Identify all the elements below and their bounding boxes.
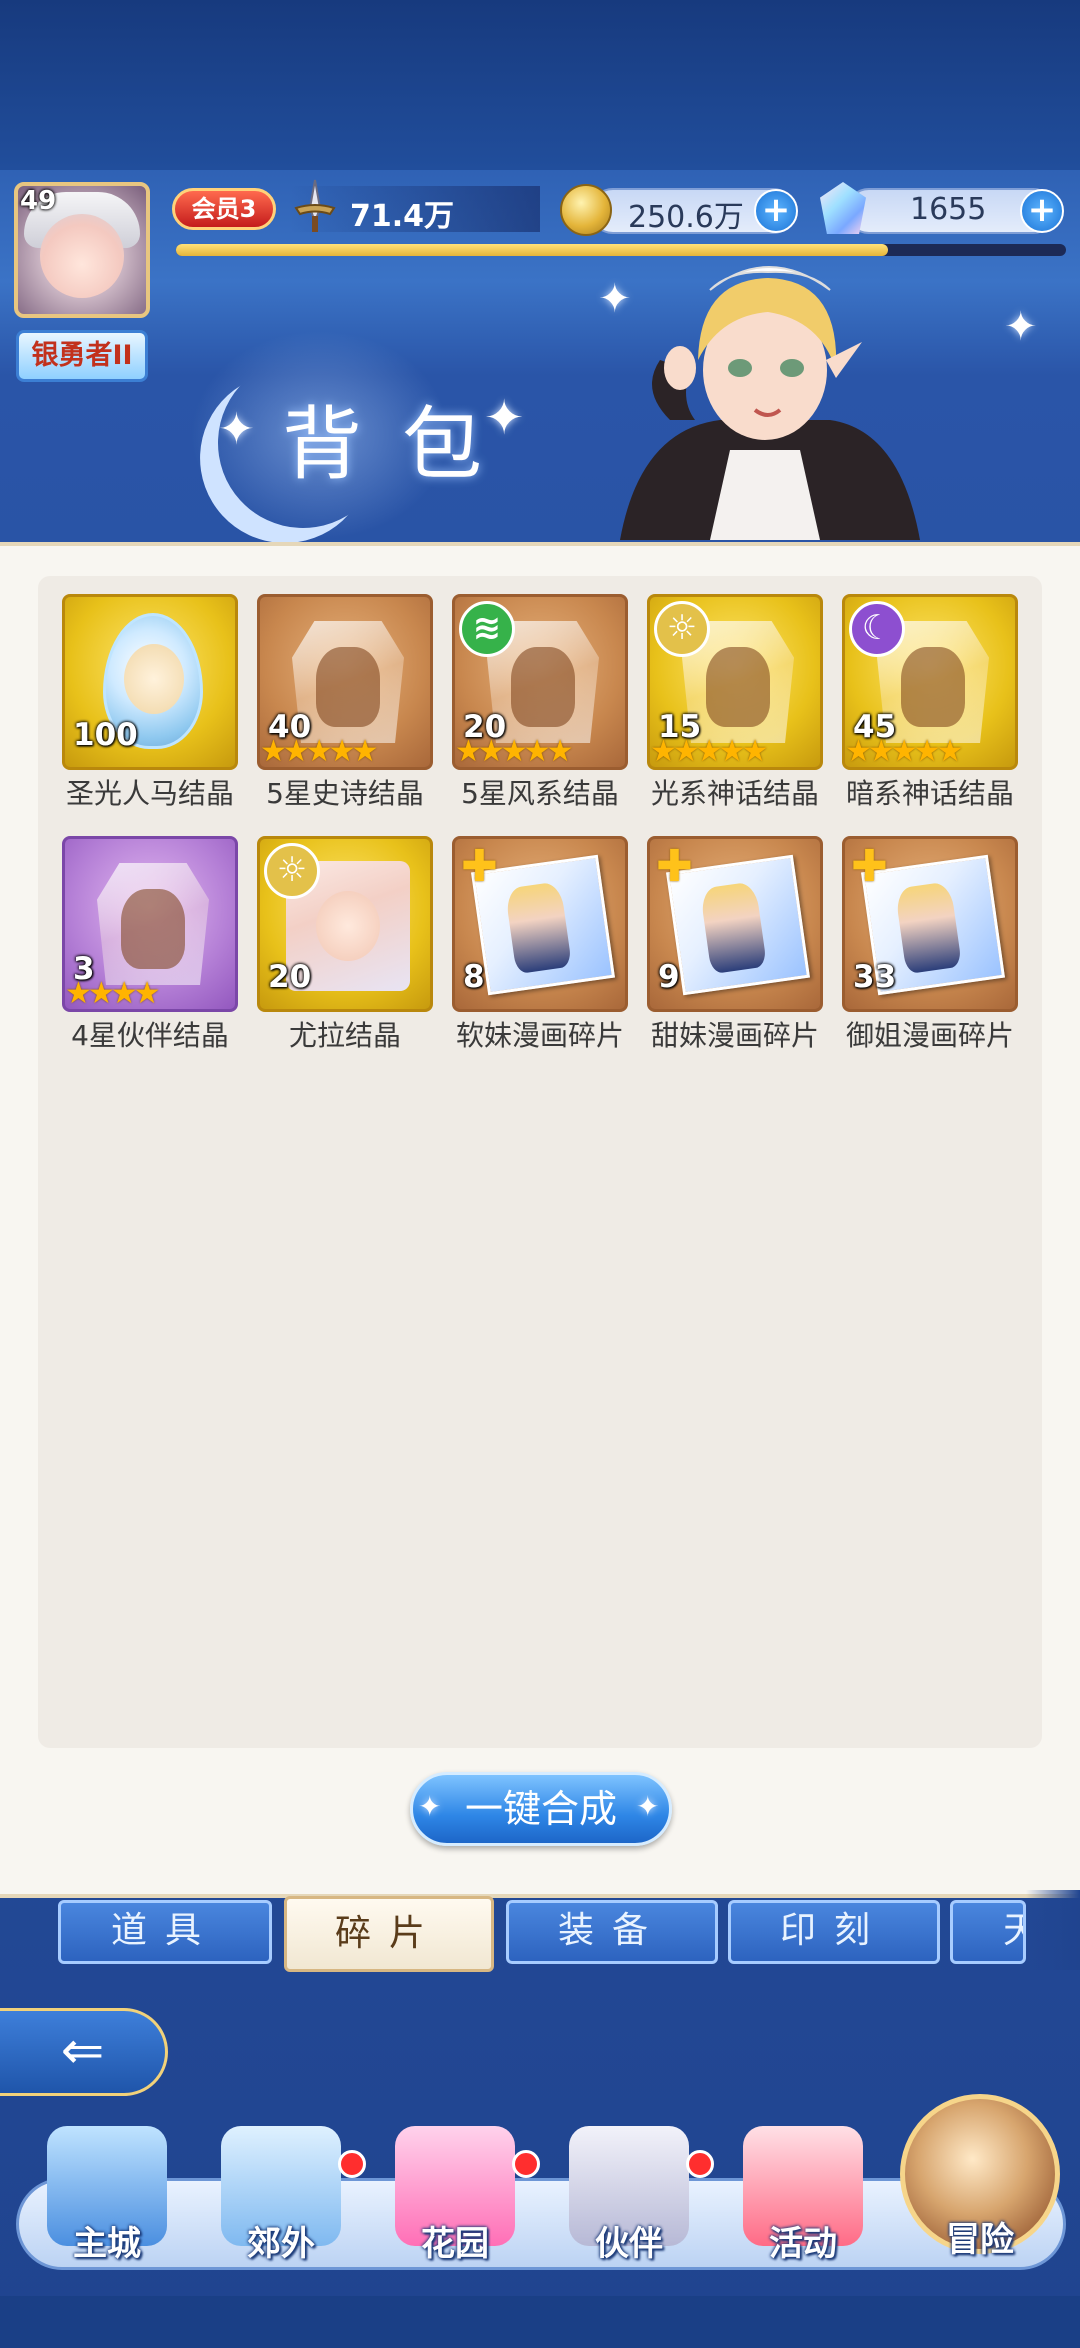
back-arrow-icon: ⇐ <box>60 2021 105 2081</box>
item-count: 9 <box>658 959 680 995</box>
egg-figure <box>124 644 184 714</box>
crystal-silhouette <box>121 889 185 969</box>
item-count: 100 <box>73 717 138 753</box>
item-count: 3 <box>73 951 95 987</box>
crystal-art <box>97 863 209 985</box>
tab-1[interactable]: 道具 <box>58 1900 272 1964</box>
item-name-label: 甜妹漫画碎片 <box>650 1019 819 1052</box>
item-name-label: 尤拉结晶 <box>288 1019 401 1052</box>
tabs-fade <box>1026 1890 1080 1970</box>
notification-dot <box>686 2150 714 2178</box>
vip-badge[interactable]: 会员3 <box>172 188 276 230</box>
nav-label: 花园 <box>421 2224 489 2264</box>
inventory-item-slot[interactable]: ☼ ★★★★★ 15 <box>647 594 823 770</box>
inventory-item-slot[interactable]: ≋ ★★★★★ 20 <box>452 594 628 770</box>
rank-title-badge[interactable]: 银勇者II <box>16 330 148 382</box>
nav-item[interactable]: 冒险 <box>900 2100 1060 2261</box>
nav-label: 活动 <box>769 2224 837 2264</box>
nav-item[interactable]: 活动 <box>718 2126 888 2265</box>
nav-label: 冒险 <box>946 2220 1014 2260</box>
sparkle-icon: ✦ <box>636 1790 660 1823</box>
notification-dot <box>338 2150 366 2178</box>
inventory-item-slot[interactable]: ☼ 20 <box>257 836 433 1012</box>
item-count: 20 <box>268 959 312 995</box>
tab-4[interactable]: 印刻 <box>728 1900 940 1964</box>
page-title: 背包 <box>282 398 522 491</box>
tab-2[interactable]: 碎片 <box>284 1896 494 1972</box>
manga-figure <box>699 881 768 975</box>
player-level: 49 <box>20 186 57 216</box>
power-sword-icon <box>294 179 336 232</box>
item-name-label: 暗系神话结晶 <box>845 777 1014 810</box>
dark-element-icon: ☾ <box>849 601 905 657</box>
notification-dot <box>512 2150 540 2178</box>
sparkle-icon: ✦ <box>218 404 255 455</box>
nav-item[interactable]: 郊外 <box>196 2126 366 2265</box>
nav-label: 伙伴 <box>595 2224 663 2264</box>
nav-item[interactable]: 主城 <box>22 2126 192 2265</box>
item-count: 40 <box>268 709 312 745</box>
gold-value: 250.6万 <box>628 200 744 235</box>
bottom-strip <box>0 2296 1080 2348</box>
item-name-label: 圣光人马结晶 <box>65 777 234 810</box>
item-name-label: 5星风系结晶 <box>461 777 619 810</box>
one-click-merge-button[interactable]: 一键合成 <box>410 1772 672 1846</box>
item-name-label: 软妹漫画碎片 <box>455 1019 624 1052</box>
add-gold-button[interactable]: + <box>754 189 798 233</box>
inventory-item-slot[interactable]: ✚ 8 <box>452 836 628 1012</box>
back-button[interactable]: ⇐ <box>0 2008 168 2096</box>
manga-figure <box>894 881 963 975</box>
puzzle-icon: ✚ <box>461 841 498 892</box>
compass-icon <box>920 2100 1040 2220</box>
item-name-label: 5星史诗结晶 <box>266 777 424 810</box>
item-name-label: 御姐漫画碎片 <box>845 1019 1014 1052</box>
sparkle-icon: ✦ <box>418 1790 442 1823</box>
tab-5[interactable]: 天 <box>950 1900 1026 1964</box>
inventory-item-slot[interactable]: 100 <box>62 594 238 770</box>
power-value: 71.4万 <box>350 199 455 234</box>
item-count: 45 <box>853 709 897 745</box>
light-element-icon: ☼ <box>654 601 710 657</box>
inventory-item-slot[interactable]: ☾ ★★★★★ 45 <box>842 594 1018 770</box>
maid-character-illustration <box>620 266 920 540</box>
item-name-label: 4星伙伴结晶 <box>71 1019 229 1052</box>
gold-coin-icon <box>560 184 612 236</box>
crystal-silhouette <box>901 647 965 727</box>
nav-item[interactable]: 伙伴 <box>544 2126 714 2265</box>
nav-label: 郊外 <box>247 2224 315 2264</box>
crystal-silhouette <box>706 647 770 727</box>
nav-item[interactable]: 花园 <box>370 2126 540 2265</box>
crystal-silhouette <box>511 647 575 727</box>
nav-label: 主城 <box>73 2224 141 2264</box>
portrait-face <box>316 891 380 961</box>
item-name-label: 光系神话结晶 <box>650 777 819 810</box>
manga-figure <box>504 881 573 975</box>
crystal-silhouette <box>316 647 380 727</box>
top-background <box>0 0 1080 170</box>
item-count: 33 <box>853 959 897 995</box>
item-count: 20 <box>463 709 507 745</box>
sparkle-icon: ✦ <box>1004 304 1038 350</box>
wind-element-icon: ≋ <box>459 601 515 657</box>
inventory-item-slot[interactable]: ✚ 33 <box>842 836 1018 1012</box>
item-count: 8 <box>463 959 485 995</box>
inventory-item-slot[interactable]: ✚ 9 <box>647 836 823 1012</box>
tab-3[interactable]: 装备 <box>506 1900 718 1964</box>
diamond-value: 1655 <box>910 192 987 227</box>
puzzle-icon: ✚ <box>851 841 888 892</box>
inventory-item-slot[interactable]: ★★★★ 3 <box>62 836 238 1012</box>
avatar-face <box>40 214 124 298</box>
item-count: 15 <box>658 709 702 745</box>
puzzle-icon: ✚ <box>656 841 693 892</box>
inventory-item-slot[interactable]: ★★★★★ 40 <box>257 594 433 770</box>
light-element-icon: ☼ <box>264 843 320 899</box>
add-diamond-button[interactable]: + <box>1020 189 1064 233</box>
